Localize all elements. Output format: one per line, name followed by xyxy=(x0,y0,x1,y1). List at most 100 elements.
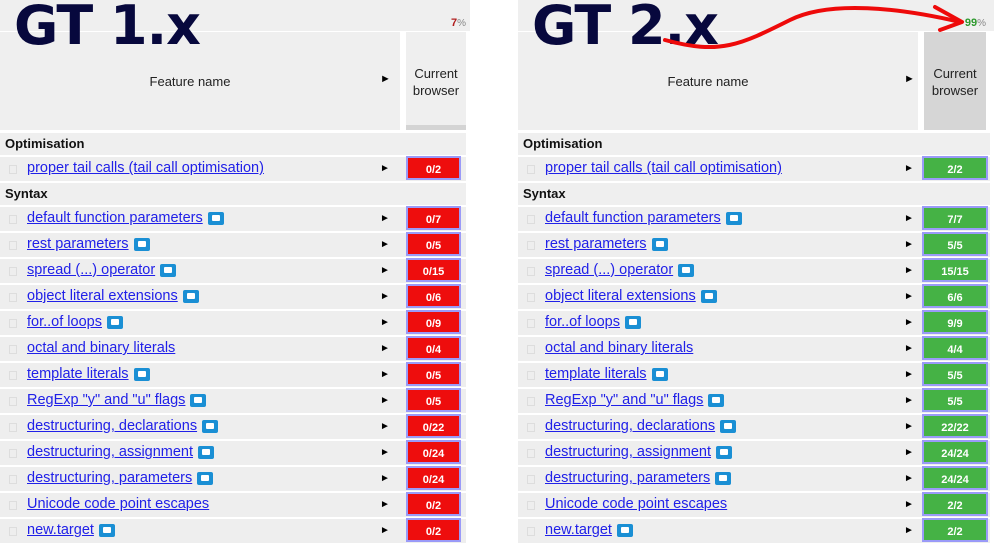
row-checkbox[interactable] xyxy=(527,397,535,406)
row-checkbox[interactable] xyxy=(9,241,17,250)
note-icon[interactable] xyxy=(651,367,668,381)
expand-arrow-icon[interactable]: ► xyxy=(904,421,914,432)
row-checkbox[interactable] xyxy=(9,165,17,174)
note-icon[interactable] xyxy=(720,419,737,433)
feature-link-text[interactable]: new.target xyxy=(545,522,612,538)
note-icon[interactable] xyxy=(700,289,717,303)
feature-link-text[interactable]: octal and binary literals xyxy=(27,340,175,356)
feature-link[interactable]: rest parameters xyxy=(545,236,668,252)
note-icon[interactable] xyxy=(725,211,742,225)
row-checkbox[interactable] xyxy=(527,527,535,536)
expand-arrow-icon[interactable]: ► xyxy=(904,73,915,85)
row-checkbox[interactable] xyxy=(9,397,17,406)
note-icon[interactable] xyxy=(715,471,732,485)
feature-link-text[interactable]: destructuring, parameters xyxy=(545,470,710,486)
feature-link-text[interactable]: for..of loops xyxy=(545,314,620,330)
note-icon[interactable] xyxy=(708,393,725,407)
expand-arrow-icon[interactable]: ► xyxy=(380,499,390,510)
feature-link[interactable]: destructuring, declarations xyxy=(27,418,219,434)
feature-link-text[interactable]: spread (...) operator xyxy=(545,262,673,278)
note-icon[interactable] xyxy=(182,289,199,303)
feature-link-text[interactable]: Unicode code point escapes xyxy=(27,496,209,512)
feature-link-text[interactable]: destructuring, assignment xyxy=(545,444,711,460)
current-browser-header[interactable]: Current browser xyxy=(924,32,986,130)
feature-link-text[interactable]: rest parameters xyxy=(545,236,647,252)
row-checkbox[interactable] xyxy=(9,501,17,510)
feature-link-text[interactable]: proper tail calls (tail call optimisatio… xyxy=(27,160,264,176)
feature-link[interactable]: destructuring, parameters xyxy=(27,470,214,486)
row-checkbox[interactable] xyxy=(527,501,535,510)
feature-link[interactable]: template literals xyxy=(27,366,150,382)
expand-arrow-icon[interactable]: ► xyxy=(904,213,914,224)
row-checkbox[interactable] xyxy=(9,319,17,328)
feature-link-text[interactable]: rest parameters xyxy=(27,236,129,252)
row-checkbox[interactable] xyxy=(9,345,17,354)
feature-link[interactable]: destructuring, assignment xyxy=(545,444,733,460)
feature-link[interactable]: rest parameters xyxy=(27,236,150,252)
row-checkbox[interactable] xyxy=(527,267,535,276)
feature-link[interactable]: Unicode code point escapes xyxy=(27,496,209,512)
feature-link[interactable]: template literals xyxy=(545,366,668,382)
note-icon[interactable] xyxy=(133,367,150,381)
row-checkbox[interactable] xyxy=(9,449,17,458)
note-icon[interactable] xyxy=(207,211,224,225)
note-icon[interactable] xyxy=(651,237,668,251)
feature-link[interactable]: for..of loops xyxy=(27,314,123,330)
feature-link-text[interactable]: destructuring, parameters xyxy=(27,470,192,486)
expand-arrow-icon[interactable]: ► xyxy=(904,317,914,328)
expand-arrow-icon[interactable]: ► xyxy=(380,447,390,458)
expand-arrow-icon[interactable]: ► xyxy=(380,213,390,224)
expand-arrow-icon[interactable]: ► xyxy=(904,525,914,536)
feature-link[interactable]: new.target xyxy=(545,522,633,538)
feature-link[interactable]: destructuring, assignment xyxy=(27,444,215,460)
current-browser-header[interactable]: Current browser xyxy=(406,32,466,130)
feature-link[interactable]: proper tail calls (tail call optimisatio… xyxy=(545,160,782,176)
feature-link-text[interactable]: for..of loops xyxy=(27,314,102,330)
feature-link[interactable]: RegExp "y" and "u" flags xyxy=(545,392,725,408)
row-checkbox[interactable] xyxy=(527,293,535,302)
feature-link[interactable]: proper tail calls (tail call optimisatio… xyxy=(27,160,264,176)
feature-link-text[interactable]: destructuring, assignment xyxy=(27,444,193,460)
feature-link[interactable]: destructuring, declarations xyxy=(545,418,737,434)
row-checkbox[interactable] xyxy=(527,475,535,484)
expand-arrow-icon[interactable]: ► xyxy=(904,239,914,250)
note-icon[interactable] xyxy=(160,263,177,277)
row-checkbox[interactable] xyxy=(9,293,17,302)
feature-link[interactable]: octal and binary literals xyxy=(545,340,693,356)
feature-link[interactable]: Unicode code point escapes xyxy=(545,496,727,512)
expand-arrow-icon[interactable]: ► xyxy=(904,265,914,276)
note-icon[interactable] xyxy=(98,523,115,537)
feature-link[interactable]: destructuring, parameters xyxy=(545,470,732,486)
feature-link[interactable]: new.target xyxy=(27,522,115,538)
feature-link[interactable]: default function parameters xyxy=(545,210,742,226)
feature-link-text[interactable]: destructuring, declarations xyxy=(545,418,715,434)
expand-arrow-icon[interactable]: ► xyxy=(380,239,390,250)
feature-link[interactable]: default function parameters xyxy=(27,210,224,226)
feature-link[interactable]: RegExp "y" and "u" flags xyxy=(27,392,207,408)
feature-link-text[interactable]: spread (...) operator xyxy=(27,262,155,278)
note-icon[interactable] xyxy=(198,445,215,459)
note-icon[interactable] xyxy=(106,315,123,329)
feature-link[interactable]: for..of loops xyxy=(545,314,641,330)
row-checkbox[interactable] xyxy=(527,345,535,354)
note-icon[interactable] xyxy=(190,393,207,407)
feature-link-text[interactable]: destructuring, declarations xyxy=(27,418,197,434)
row-checkbox[interactable] xyxy=(9,423,17,432)
feature-link-text[interactable]: default function parameters xyxy=(27,210,203,226)
feature-link[interactable]: octal and binary literals xyxy=(27,340,175,356)
expand-arrow-icon[interactable]: ► xyxy=(904,163,914,174)
note-icon[interactable] xyxy=(197,471,214,485)
feature-link[interactable]: spread (...) operator xyxy=(27,262,177,278)
expand-arrow-icon[interactable]: ► xyxy=(904,369,914,380)
row-checkbox[interactable] xyxy=(9,527,17,536)
row-checkbox[interactable] xyxy=(527,215,535,224)
feature-link[interactable]: spread (...) operator xyxy=(545,262,695,278)
note-icon[interactable] xyxy=(616,523,633,537)
row-checkbox[interactable] xyxy=(527,371,535,380)
expand-arrow-icon[interactable]: ► xyxy=(904,343,914,354)
feature-link-text[interactable]: Unicode code point escapes xyxy=(545,496,727,512)
expand-arrow-icon[interactable]: ► xyxy=(380,395,390,406)
row-checkbox[interactable] xyxy=(527,423,535,432)
note-icon[interactable] xyxy=(716,445,733,459)
expand-arrow-icon[interactable]: ► xyxy=(380,163,390,174)
